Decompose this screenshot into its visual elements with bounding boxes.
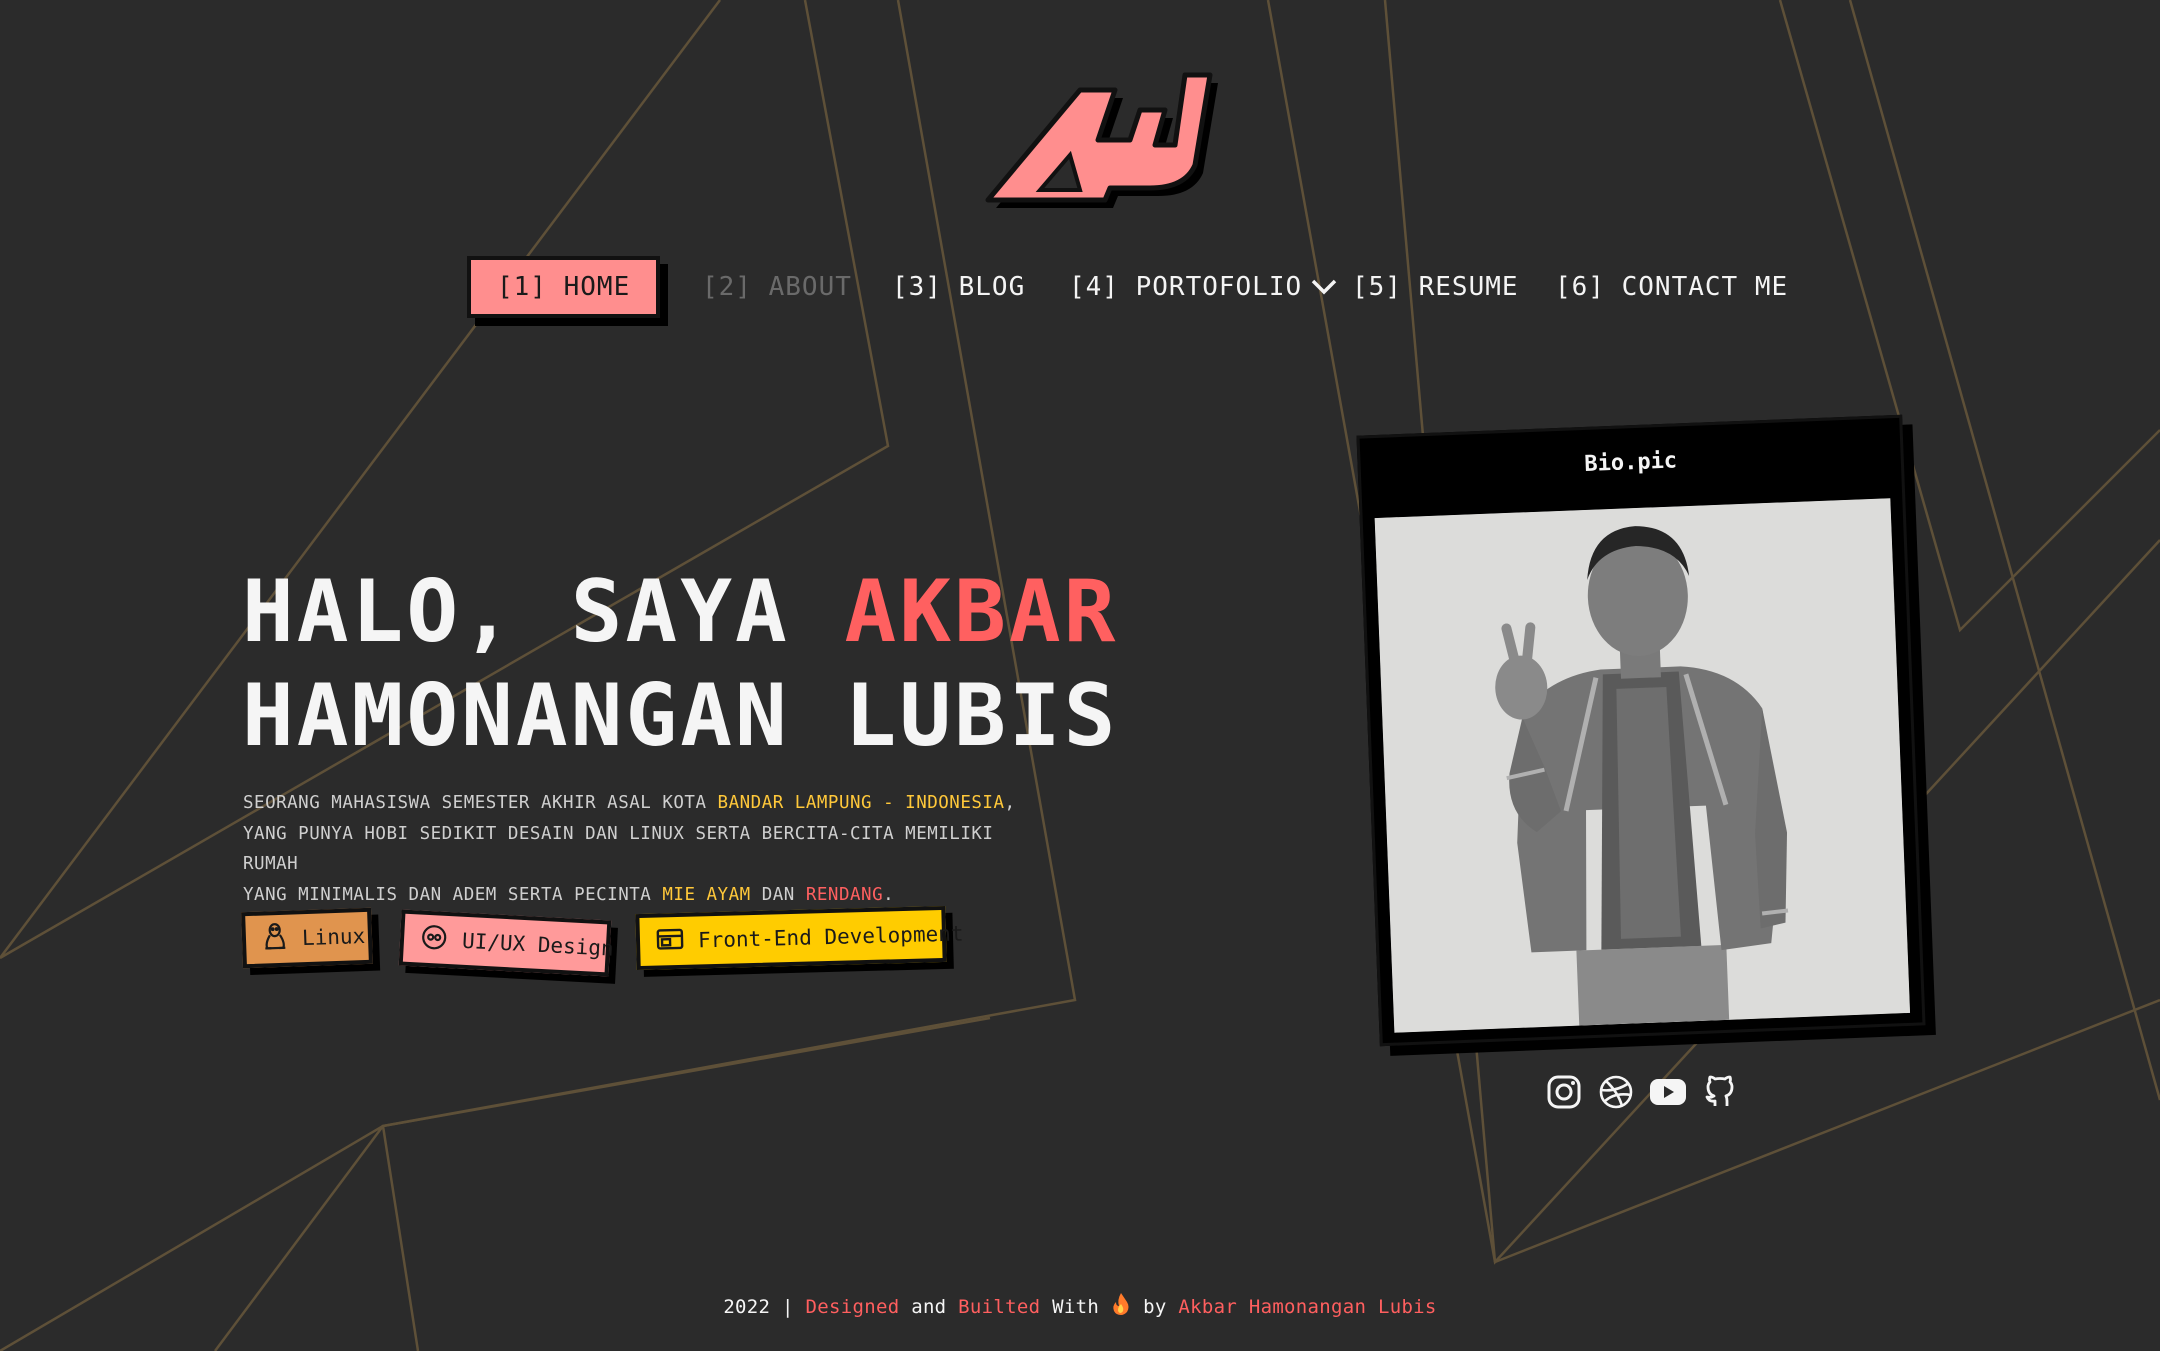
figma-icon xyxy=(419,922,449,956)
fire-icon xyxy=(1111,1293,1143,1318)
nav-contact-me[interactable]: [6] CONTACT ME xyxy=(1555,258,1788,316)
nav-portofolio-label: [4] PORTOFOLIO xyxy=(1069,272,1303,302)
hero-title-intro: HALO, SAYA xyxy=(242,562,845,662)
nav-portofolio[interactable]: [4] PORTOFOLIO xyxy=(1069,258,1338,316)
desc-text: YANG MINIMALIS DAN ADEM SERTA PECINTA xyxy=(243,884,663,905)
tag-front-end-development: Front-End Development xyxy=(635,905,964,971)
footer-builted: Builted xyxy=(958,1296,1041,1318)
footer-separator: | xyxy=(782,1296,794,1318)
bio-card: Bio.pic xyxy=(1356,414,1926,1047)
desc-text: YANG PUNYA HOBI SEDIKIT DESAIN DAN LINUX… xyxy=(243,823,994,875)
tag-uiux-design: UI/UX Design xyxy=(398,909,615,977)
dribbble-icon[interactable] xyxy=(1597,1072,1635,1112)
desc-highlight-city: BANDAR LAMPUNG - INDONESIA xyxy=(717,793,1005,813)
footer-by: by xyxy=(1143,1296,1167,1318)
nav-home[interactable]: [1] HOME xyxy=(467,256,661,318)
social-links xyxy=(1545,1072,1745,1116)
tag-uiux-label: UI/UX Design xyxy=(461,928,615,961)
nav-resume[interactable]: [5] RESUME xyxy=(1352,258,1519,316)
footer-designed: Designed xyxy=(805,1296,900,1318)
main-nav: [1] HOME [2] ABOUT [3] BLOG [4] PORTOFOL… xyxy=(0,256,2160,318)
youtube-icon[interactable] xyxy=(1649,1072,1687,1112)
bio-photo xyxy=(1374,498,1911,1033)
tag-linux: Linux xyxy=(241,907,373,969)
hero-title-accent: AKBAR xyxy=(844,562,1119,662)
footer-author-link[interactable]: Akbar Hamonangan Lubis xyxy=(1178,1296,1436,1318)
hero-description: SEORANG MAHASISWA SEMESTER AKHIR ASAL KO… xyxy=(243,788,1023,910)
footer: 2022 | Designed and Builted With by Akba… xyxy=(0,1292,2160,1318)
desc-text: . xyxy=(883,884,895,905)
hero-title: HALO, SAYA AKBAR HAMONANGAN LUBIS xyxy=(242,560,1142,768)
browser-window-icon xyxy=(656,926,685,956)
nav-about[interactable]: [2] ABOUT xyxy=(702,258,852,316)
desc-text: DAN xyxy=(750,884,806,905)
desc-highlight-food1: MIE AYAM xyxy=(662,884,751,905)
desc-text: , xyxy=(1004,793,1016,813)
desc-highlight-food2: RENDANG xyxy=(805,884,884,905)
chevron-down-icon xyxy=(1310,259,1338,317)
linux-icon xyxy=(261,922,288,956)
desc-text: SEORANG MAHASISWA SEMESTER AKHIR ASAL KO… xyxy=(243,793,718,813)
footer-with: With xyxy=(1052,1296,1100,1318)
footer-and: and xyxy=(911,1296,947,1318)
site-logo[interactable] xyxy=(980,70,1230,220)
tag-fe-label: Front-End Development xyxy=(697,921,964,953)
tag-linux-label: Linux xyxy=(301,923,366,951)
hero-title-line2: HAMONANGAN LUBIS xyxy=(242,666,1119,766)
instagram-icon[interactable] xyxy=(1545,1072,1583,1112)
footer-year: 2022 xyxy=(723,1296,771,1318)
nav-blog[interactable]: [3] BLOG xyxy=(892,258,1025,316)
bio-card-title: Bio.pic xyxy=(1583,448,1678,477)
github-icon[interactable] xyxy=(1701,1072,1739,1112)
